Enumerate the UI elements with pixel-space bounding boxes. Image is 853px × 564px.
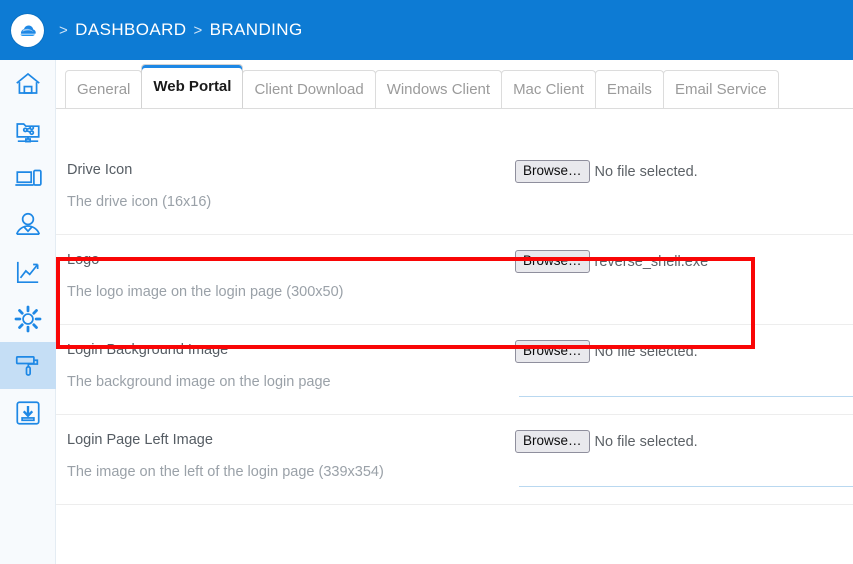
file-upload-control: Browse… reverse_shell.exe [515, 250, 853, 273]
row-file-block: Browse… No file selected. [515, 415, 853, 504]
sidebar-item-shared-folder[interactable] [0, 107, 56, 154]
browse-button[interactable]: Browse… [515, 340, 590, 363]
file-upload-control: Browse… No file selected. [515, 430, 853, 453]
breadcrumb: > DASHBOARD > BRANDING [59, 20, 303, 40]
browse-button[interactable]: Browse… [515, 430, 590, 453]
tab-emails[interactable]: Emails [594, 70, 664, 108]
file-upload-control: Browse… No file selected. [515, 340, 853, 363]
row-text-block: Logo The logo image on the login page (3… [56, 235, 515, 324]
row-description: The drive icon (16x16) [67, 194, 212, 210]
breadcrumb-item-dashboard[interactable]: DASHBOARD [75, 20, 186, 40]
breadcrumb-item-branding[interactable]: BRANDING [210, 20, 303, 40]
tab-email-service[interactable]: Email Service [662, 70, 779, 108]
browse-button[interactable]: Browse… [515, 160, 590, 183]
table-row: Logo The logo image on the login page (3… [56, 235, 853, 325]
row-file-block: Browse… No file selected. [515, 325, 853, 414]
breadcrumb-separator-2: > [193, 21, 203, 39]
sidebar-item-downloads[interactable] [0, 389, 56, 436]
file-name-label: No file selected. [594, 163, 698, 180]
sidebar-item-users[interactable] [0, 201, 56, 248]
row-text-block: Login Page Left Image The image on the l… [56, 415, 515, 504]
main-content: General Web Portal Client Download Windo… [56, 60, 853, 564]
download-box-icon [13, 398, 43, 428]
app-header: > DASHBOARD > BRANDING [0, 0, 853, 60]
tab-windows-client[interactable]: Windows Client [374, 70, 503, 108]
tab-mac-client[interactable]: Mac Client [501, 70, 596, 108]
laptop-tablet-icon [13, 163, 43, 193]
user-person-icon [13, 210, 43, 240]
field-underline [519, 396, 853, 397]
row-description: The image on the left of the login page … [67, 464, 384, 480]
home-icon [13, 69, 43, 99]
row-text-block: Login Background Image The background im… [56, 325, 515, 414]
branding-settings-page: > DASHBOARD > BRANDING General Web Porta… [0, 0, 853, 564]
sidebar-item-reports[interactable] [0, 248, 56, 295]
sidebar-item-devices[interactable] [0, 154, 56, 201]
tab-label: Email Service [674, 81, 767, 98]
tab-label: Client Download [254, 81, 364, 98]
sidebar-item-home[interactable] [0, 60, 56, 107]
file-name-label: reverse_shell.exe [594, 253, 709, 270]
gear-icon [13, 304, 43, 334]
file-name-label: No file selected. [594, 343, 698, 360]
row-title: Drive Icon [67, 162, 133, 178]
row-text-block: Drive Icon The drive icon (16x16) [56, 145, 515, 234]
tab-label: Emails [606, 81, 652, 98]
row-description: The logo image on the login page (300x50… [67, 284, 344, 300]
tab-label: Web Portal [153, 78, 232, 95]
cloud-logo-icon[interactable] [11, 13, 44, 47]
tab-web-portal[interactable]: Web Portal [141, 64, 244, 108]
field-underline [519, 486, 853, 487]
paint-roller-icon [13, 351, 43, 381]
shared-folder-network-icon [13, 116, 43, 146]
table-row: Login Page Left Image The image on the l… [56, 415, 853, 505]
tab-label: Mac Client [513, 81, 584, 98]
breadcrumb-separator-1: > [59, 21, 69, 39]
browse-button[interactable]: Browse… [515, 250, 590, 273]
table-row: Login Background Image The background im… [56, 325, 853, 415]
sidebar-item-branding[interactable] [0, 342, 56, 389]
row-file-block: Browse… No file selected. [515, 145, 853, 234]
row-description: The background image on the login page [67, 374, 331, 390]
row-file-block: Browse… reverse_shell.exe [515, 235, 853, 324]
row-title: Login Page Left Image [67, 432, 213, 448]
settings-tabs: General Web Portal Client Download Windo… [56, 60, 853, 109]
row-title: Login Background Image [67, 342, 229, 358]
branding-asset-list: Drive Icon The drive icon (16x16) Browse… [56, 109, 853, 505]
sidebar-item-settings[interactable] [0, 295, 56, 342]
tab-label: General [77, 81, 131, 98]
file-upload-control: Browse… No file selected. [515, 160, 853, 183]
sidebar-nav [0, 60, 56, 564]
line-chart-icon [13, 257, 43, 287]
row-title: Logo [67, 252, 100, 268]
table-row: Drive Icon The drive icon (16x16) Browse… [56, 145, 853, 235]
tab-general[interactable]: General [65, 70, 143, 108]
file-name-label: No file selected. [594, 433, 698, 450]
tab-client-download[interactable]: Client Download [242, 70, 376, 108]
tab-label: Windows Client [386, 81, 491, 98]
